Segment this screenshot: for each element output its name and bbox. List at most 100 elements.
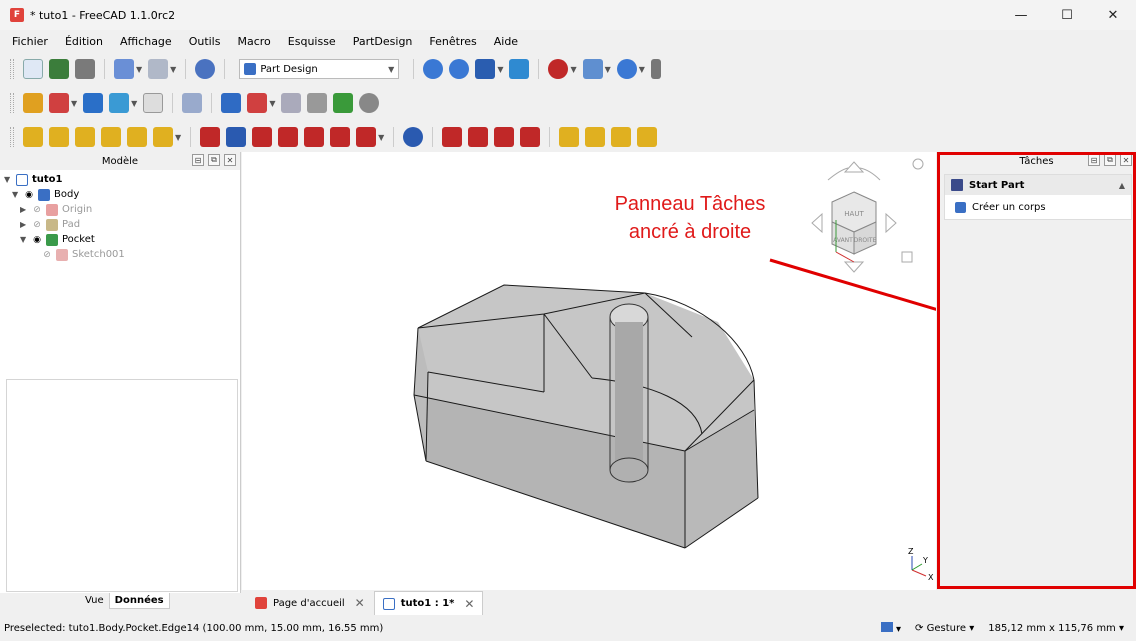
maximize-button[interactable]: ☐ <box>1044 0 1090 30</box>
chevron-down-icon[interactable]: ▼ <box>20 235 30 244</box>
eye-hidden-icon[interactable]: ⊘ <box>30 205 44 215</box>
tree-item-pad[interactable]: ▶ ⊘ Pad <box>4 217 240 232</box>
measure-icon[interactable] <box>650 59 661 79</box>
sketch-icon[interactable] <box>247 93 268 113</box>
tree-item-tuto1[interactable]: ▼ tuto1 <box>4 172 240 187</box>
group-icon[interactable] <box>83 93 104 113</box>
nav-arrow-left-icon[interactable] <box>811 212 823 234</box>
zoom-icon[interactable] <box>616 59 637 79</box>
chevron-down-icon[interactable]: ▼ <box>175 133 181 142</box>
menu-partdesign[interactable]: PartDesign <box>353 35 413 48</box>
additive-primitive-icon[interactable] <box>153 127 173 147</box>
menu-affichage[interactable]: Affichage <box>120 35 172 48</box>
boolean-icon[interactable] <box>403 127 424 147</box>
mirrored-icon[interactable] <box>559 127 580 147</box>
hole-icon[interactable] <box>226 127 247 147</box>
minimize-button[interactable]: — <box>998 0 1044 30</box>
chevron-down-icon[interactable]: ▼ <box>639 65 645 74</box>
menu-esquisse[interactable]: Esquisse <box>288 35 336 48</box>
menu-outils[interactable]: Outils <box>189 35 221 48</box>
property-view[interactable] <box>6 379 238 592</box>
variable-set-icon[interactable] <box>143 93 164 113</box>
close-button[interactable]: ✕ <box>1090 0 1136 30</box>
chamfer-icon[interactable] <box>468 127 489 147</box>
tree-item-sketch001[interactable]: ⊘ Sketch001 <box>4 247 240 262</box>
dimensions-selector[interactable]: 185,12 mm x 115,76 mm ▾ <box>988 623 1124 634</box>
additive-helix-icon[interactable] <box>127 127 147 147</box>
subtractive-helix-icon[interactable] <box>330 127 351 147</box>
menu-fichier[interactable]: Fichier <box>12 35 48 48</box>
bounding-box-icon[interactable] <box>509 59 530 79</box>
view-menu-cube-icon[interactable] <box>901 251 913 263</box>
tree-item-origin[interactable]: ▶ ⊘ Origin <box>4 202 240 217</box>
dock-icon[interactable]: ⊟ <box>1088 154 1100 166</box>
new-document-icon[interactable] <box>23 59 43 79</box>
whats-this-icon[interactable] <box>182 93 203 113</box>
dock-icon[interactable]: ⊟ <box>192 154 204 166</box>
chevron-down-icon[interactable]: ▼ <box>269 99 275 108</box>
toolbar-grip[interactable] <box>10 59 14 79</box>
clone-icon[interactable] <box>333 93 354 113</box>
subtractive-loft-icon[interactable] <box>278 127 299 147</box>
pad-icon[interactable] <box>23 127 43 147</box>
subtractive-pipe-icon[interactable] <box>304 127 325 147</box>
toolbar-grip[interactable] <box>10 93 14 113</box>
close-icon[interactable]: ✕ <box>224 154 236 166</box>
redo-icon[interactable] <box>148 59 169 79</box>
chevron-right-icon[interactable]: ▶ <box>20 205 30 214</box>
validate-sketch-icon[interactable] <box>281 93 302 113</box>
view-isometric-icon[interactable] <box>548 59 569 79</box>
revolution-icon[interactable] <box>49 127 69 147</box>
tab-tuto1[interactable]: tuto1 : 1* ✕ <box>373 591 484 615</box>
standard-views-icon[interactable] <box>582 59 603 79</box>
close-icon[interactable]: ✕ <box>355 596 365 610</box>
menu-edition[interactable]: Édition <box>65 35 103 48</box>
chevron-down-icon[interactable]: ▼ <box>497 65 503 74</box>
eye-hidden-icon[interactable]: ⊘ <box>40 250 54 260</box>
rotate-right-icon[interactable] <box>859 167 881 181</box>
chevron-down-icon[interactable]: ▼ <box>71 99 77 108</box>
close-icon[interactable]: ✕ <box>1120 154 1132 166</box>
additive-pipe-icon[interactable] <box>101 127 121 147</box>
fit-selection-icon[interactable] <box>449 59 470 79</box>
chevron-right-icon[interactable]: ▶ <box>20 220 30 229</box>
menu-aide[interactable]: Aide <box>494 35 518 48</box>
tab-page-accueil[interactable]: Page d'accueil ✕ <box>246 591 374 615</box>
fillet-icon[interactable] <box>442 127 463 147</box>
workbench-selector[interactable]: Part Design ▼ <box>239 59 400 79</box>
sub-shape-binder-icon[interactable] <box>359 93 380 113</box>
draw-style-selector[interactable]: ▾ <box>880 622 901 635</box>
thickness-icon[interactable] <box>520 127 541 147</box>
multi-transform-icon[interactable] <box>637 127 658 147</box>
open-document-icon[interactable] <box>49 59 69 79</box>
eye-hidden-icon[interactable]: ⊘ <box>30 220 44 230</box>
additive-loft-icon[interactable] <box>75 127 95 147</box>
draft-icon[interactable] <box>494 127 515 147</box>
chevron-down-icon[interactable]: ▼ <box>570 65 576 74</box>
fit-all-icon[interactable] <box>423 59 444 79</box>
chevron-down-icon[interactable]: ▼ <box>170 65 176 74</box>
part-icon[interactable] <box>23 93 43 113</box>
save-document-icon[interactable] <box>75 59 95 79</box>
linear-pattern-icon[interactable] <box>585 127 606 147</box>
eye-icon[interactable]: ◉ <box>22 190 36 200</box>
body-icon[interactable] <box>221 93 242 113</box>
draw-style-icon[interactable] <box>475 59 496 79</box>
chevron-down-icon[interactable]: ▼ <box>136 65 142 74</box>
menu-fenetres[interactable]: Fenêtres <box>429 35 476 48</box>
task-create-body[interactable]: Créer un corps <box>945 195 1131 219</box>
groove-icon[interactable] <box>252 127 273 147</box>
tab-donnees[interactable]: Données <box>108 593 170 609</box>
shape-binder-icon[interactable] <box>307 93 328 113</box>
undo-icon[interactable] <box>114 59 134 79</box>
chevron-up-icon[interactable]: ▲ <box>1119 181 1125 190</box>
datum-line-icon[interactable] <box>49 93 69 113</box>
nav-arrow-down-icon[interactable] <box>843 261 865 273</box>
float-icon[interactable]: ⧉ <box>1104 154 1116 166</box>
chevron-down-icon[interactable]: ▼ <box>378 133 384 142</box>
toolbar-grip[interactable] <box>10 127 14 147</box>
pocket-icon[interactable] <box>200 127 221 147</box>
chevron-down-icon[interactable]: ▼ <box>605 65 611 74</box>
eye-icon[interactable]: ◉ <box>30 235 44 245</box>
tree-item-pocket[interactable]: ▼ ◉ Pocket <box>4 232 240 247</box>
